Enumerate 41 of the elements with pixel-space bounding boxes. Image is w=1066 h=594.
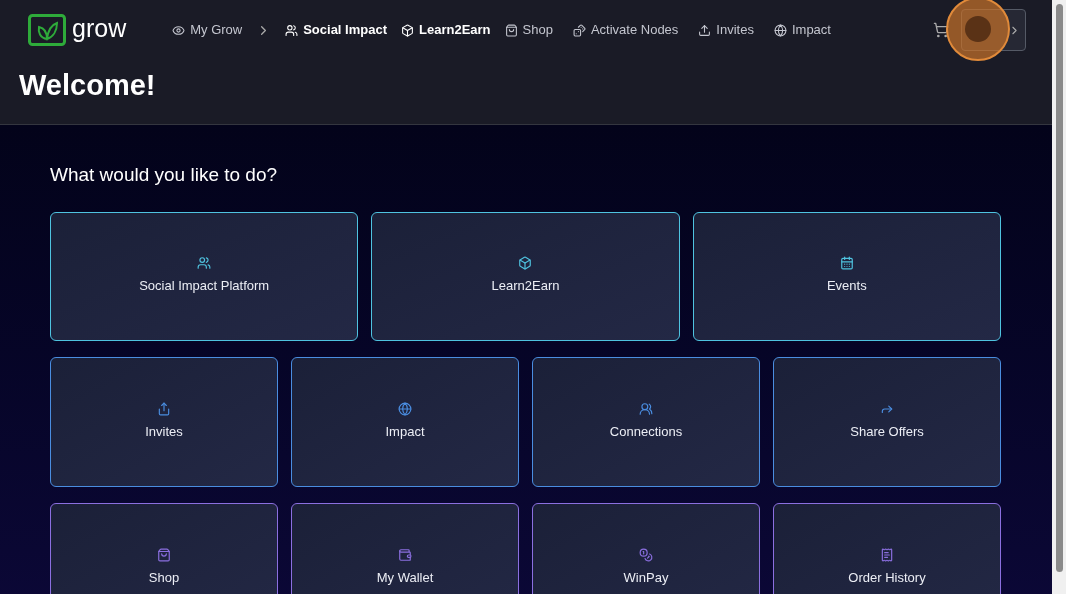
cube-icon: [401, 23, 414, 37]
logo-text: grow: [72, 15, 127, 41]
action-card[interactable]: Impact: [291, 356, 519, 487]
nav-link[interactable]: Social Impact: [285, 20, 387, 40]
nav-link[interactable]: Impact: [773, 20, 831, 40]
upload-icon: [157, 401, 171, 416]
calendar-icon: [839, 256, 854, 271]
action-card[interactable]: Events: [692, 211, 1001, 341]
globe-icon: [773, 23, 787, 37]
nav-link[interactable]: My Grow: [172, 20, 243, 40]
action-card[interactable]: Connections: [532, 356, 760, 487]
globe-icon: [398, 401, 412, 416]
bag-icon: [504, 23, 518, 37]
avatar[interactable]: [946, 0, 1010, 61]
action-card[interactable]: Invites: [50, 356, 278, 487]
action-card[interactable]: Shop: [50, 502, 278, 594]
action-card[interactable]: My Wallet: [291, 502, 519, 594]
dice-icon: [572, 23, 586, 37]
wallet-icon: [398, 547, 412, 562]
nav-link[interactable]: Invites: [698, 20, 754, 40]
upload-icon: [698, 23, 712, 37]
nav-link[interactable]: Learn2Earn: [401, 20, 491, 40]
receipt-icon: [880, 547, 894, 562]
coins-icon: [639, 547, 653, 562]
leaf-logo-icon[interactable]: [28, 14, 66, 46]
cube-icon: [518, 256, 533, 271]
people-icon: [285, 23, 299, 37]
nav-link[interactable]: Shop: [504, 20, 553, 40]
bag-icon: [157, 547, 171, 562]
section-heading: What would you like to do?: [50, 163, 279, 187]
action-card[interactable]: Share Offers: [773, 356, 1001, 487]
action-card[interactable]: Learn2Earn: [371, 211, 680, 341]
action-card[interactable]: Social Impact Platform: [50, 211, 359, 341]
action-card[interactable]: Order History: [773, 502, 1001, 594]
eye-icon: [172, 23, 186, 37]
action-card[interactable]: WinPay: [532, 502, 760, 594]
people-icon: [197, 256, 212, 271]
nav-link[interactable]: Activate Nodes: [572, 20, 679, 40]
scrollbar[interactable]: [1052, 0, 1066, 594]
page-title: Welcome!: [19, 71, 157, 100]
people-icon: [639, 401, 653, 416]
